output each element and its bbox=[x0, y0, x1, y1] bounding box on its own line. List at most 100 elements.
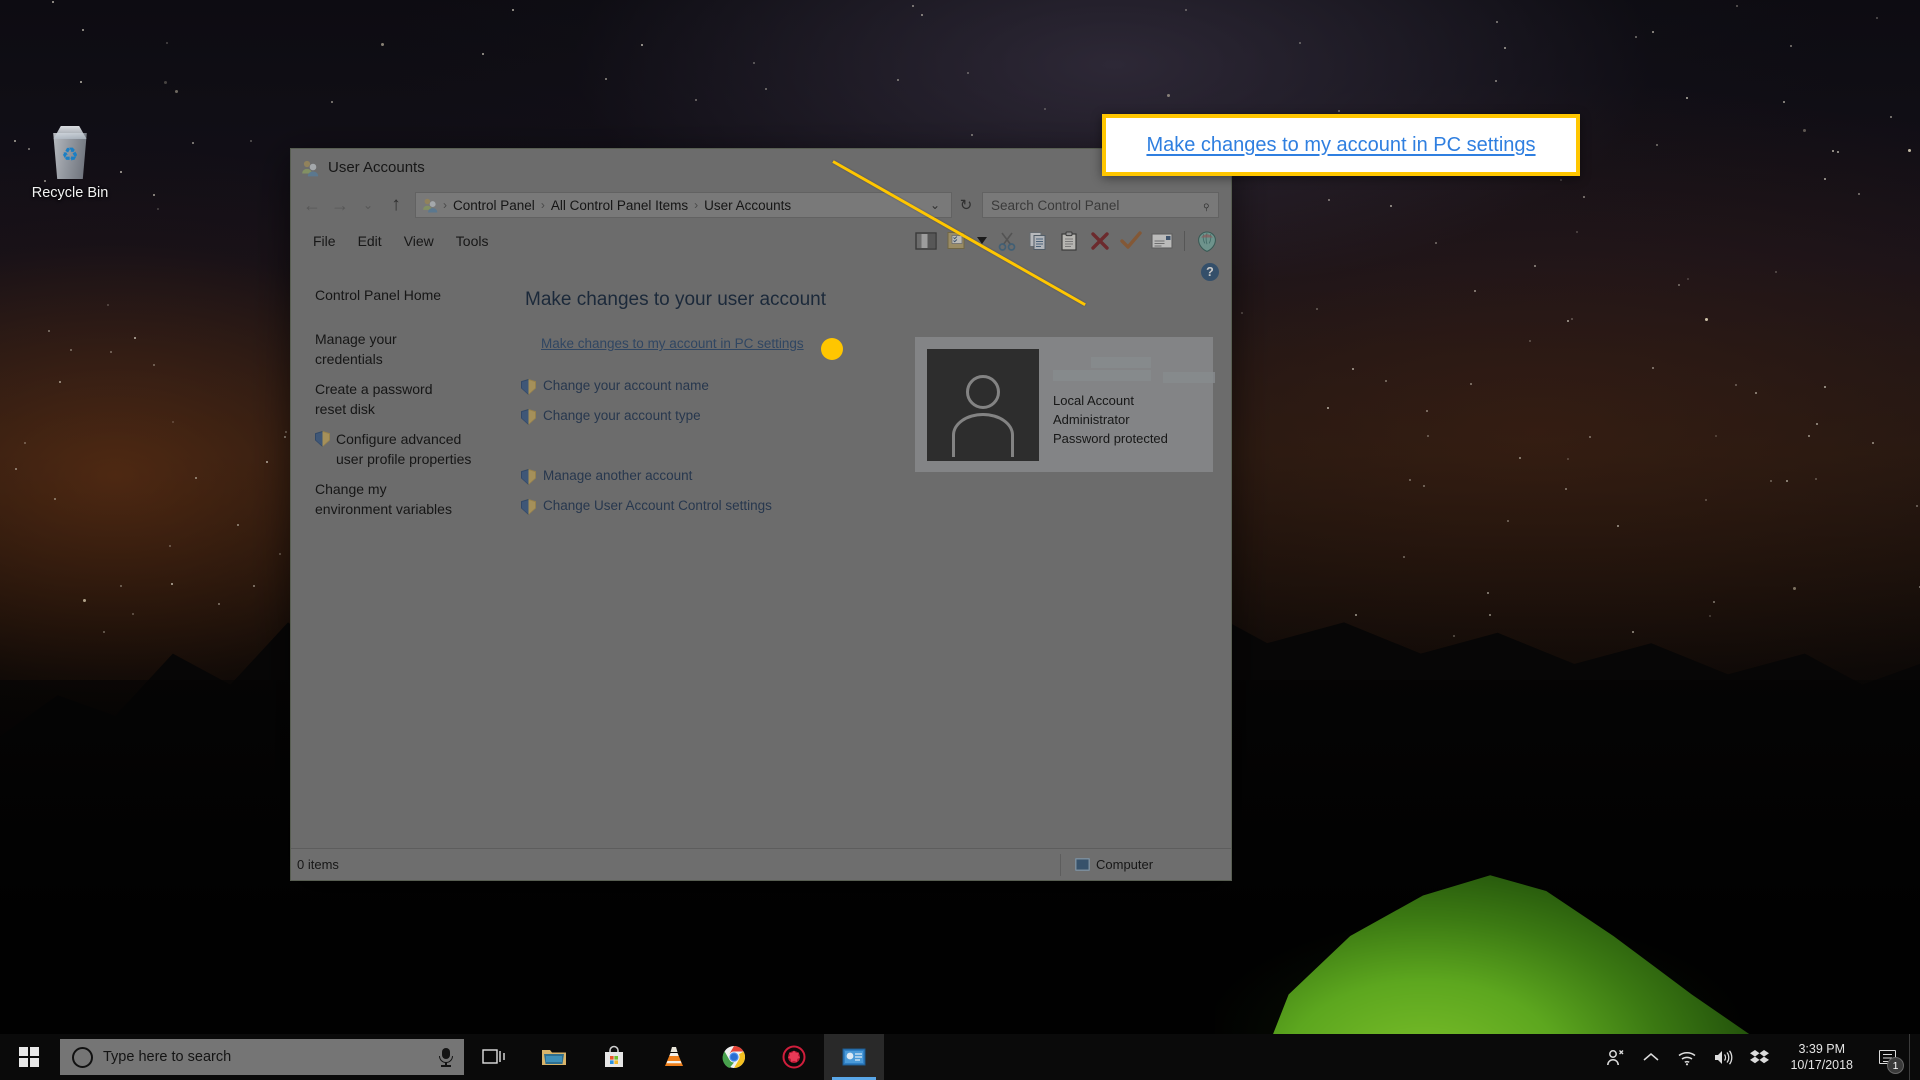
nav-configure-advanced-user-profile-properties[interactable]: Configure advanced user profile properti… bbox=[315, 429, 513, 469]
paste-icon[interactable] bbox=[1055, 228, 1083, 254]
account-name-redacted bbox=[1053, 357, 1215, 383]
chrome-button[interactable] bbox=[704, 1034, 764, 1080]
link-change-uac-settings[interactable]: Change User Account Control settings bbox=[521, 497, 905, 515]
show-hidden-icons-icon[interactable] bbox=[1634, 1034, 1668, 1080]
menu-view[interactable]: View bbox=[394, 230, 444, 252]
window-title: User Accounts bbox=[328, 159, 425, 176]
breadcrumb-dropdown-icon[interactable]: ⌄ bbox=[923, 198, 947, 212]
link-manage-another-account[interactable]: Manage another account bbox=[521, 467, 905, 485]
people-icon[interactable] bbox=[1598, 1034, 1632, 1080]
recycle-bin-icon: ♻ bbox=[44, 125, 96, 179]
nav-manage-your-credentials[interactable]: Manage your credentials bbox=[315, 329, 513, 369]
menu-tools[interactable]: Tools bbox=[446, 230, 499, 252]
shield-icon bbox=[521, 469, 536, 485]
show-desktop-button[interactable] bbox=[1909, 1034, 1916, 1080]
ccleaner-button[interactable] bbox=[764, 1034, 824, 1080]
link-label: Change your account type bbox=[543, 407, 701, 425]
nav-control-panel-home[interactable]: Control Panel Home bbox=[315, 285, 513, 305]
user-accounts-icon bbox=[301, 159, 319, 177]
up-button[interactable]: ↑ bbox=[383, 192, 409, 218]
rename-icon[interactable] bbox=[1148, 228, 1176, 254]
microphone-icon[interactable] bbox=[438, 1047, 454, 1067]
shield-icon bbox=[521, 409, 536, 425]
link-make-changes-pc-settings[interactable]: Make changes to my account in PC setting… bbox=[541, 336, 804, 351]
taskbar-search-box[interactable]: Type here to search bbox=[60, 1039, 464, 1075]
clock-date: 10/17/2018 bbox=[1790, 1057, 1853, 1073]
toolbar-divider bbox=[1184, 231, 1185, 251]
window-titlebar[interactable]: User Accounts ▢ ✕ bbox=[291, 149, 1231, 186]
callout-box: Make changes to my account in PC setting… bbox=[1102, 114, 1580, 176]
desktop[interactable]: ♻ Recycle Bin User Accounts ▢ ✕ ← bbox=[0, 0, 1920, 1080]
navigation-pane: Control Panel Home Manage your credentia… bbox=[291, 257, 513, 848]
taskbar[interactable]: Type here to search 3:39 PM 10/17/2018 1 bbox=[0, 1034, 1920, 1080]
recycle-bin-label: Recycle Bin bbox=[18, 185, 122, 202]
task-view-button[interactable] bbox=[464, 1034, 524, 1080]
account-summary-card: Local Account Administrator Password pro… bbox=[915, 337, 1213, 472]
main-pane: ? Make changes to your user account Make… bbox=[513, 257, 1231, 848]
notification-count-badge: 1 bbox=[1887, 1057, 1904, 1074]
account-password-line: Password protected bbox=[1053, 429, 1215, 448]
help-icon[interactable]: ? bbox=[1201, 263, 1219, 281]
status-location-label: Computer bbox=[1096, 857, 1153, 872]
clock-time: 3:39 PM bbox=[1790, 1041, 1853, 1057]
toolbar[interactable] bbox=[912, 224, 1221, 257]
address-bar[interactable]: ← → ⌄ ↑ › Control Panel › All Control Pa… bbox=[291, 186, 1231, 224]
cortana-circle-icon bbox=[72, 1047, 93, 1068]
file-explorer-button[interactable] bbox=[524, 1034, 584, 1080]
search-input[interactable]: Search Control Panel bbox=[991, 198, 1202, 213]
delete-icon[interactable] bbox=[1086, 228, 1114, 254]
cut-icon[interactable] bbox=[993, 228, 1021, 254]
refresh-button[interactable]: ↻ bbox=[954, 192, 978, 218]
confirm-icon[interactable] bbox=[1117, 228, 1145, 254]
system-tray[interactable]: 3:39 PM 10/17/2018 1 bbox=[1598, 1034, 1920, 1080]
shield-icon bbox=[521, 499, 536, 515]
forward-button[interactable]: → bbox=[327, 192, 353, 218]
recent-locations-button[interactable]: ⌄ bbox=[355, 192, 381, 218]
status-location: Computer bbox=[1061, 857, 1231, 872]
link-change-your-account-type[interactable]: Change your account type bbox=[521, 407, 905, 425]
taskbar-search-input[interactable]: Type here to search bbox=[103, 1049, 428, 1065]
account-info: Local Account Administrator Password pro… bbox=[1053, 349, 1215, 460]
microsoft-store-button[interactable] bbox=[584, 1034, 644, 1080]
avatar bbox=[927, 349, 1039, 461]
properties-icon[interactable] bbox=[1193, 228, 1221, 254]
action-center-button[interactable]: 1 bbox=[1867, 1034, 1907, 1080]
link-label: Change your account name bbox=[543, 377, 709, 395]
nav-create-password-reset-disk[interactable]: Create a password reset disk bbox=[315, 379, 513, 419]
account-links-column: Make changes to my account in PC setting… bbox=[521, 335, 905, 527]
breadcrumb[interactable]: › Control Panel › All Control Panel Item… bbox=[415, 192, 952, 218]
preview-pane-icon[interactable] bbox=[912, 228, 940, 254]
user-accounts-taskbar-button[interactable] bbox=[824, 1034, 884, 1080]
status-item-count: 0 items bbox=[291, 857, 1060, 872]
menu-bar[interactable]: File Edit View Tools bbox=[291, 224, 1231, 257]
link-label: Change User Account Control settings bbox=[543, 497, 772, 515]
nav-label: Configure advanced user profile properti… bbox=[336, 429, 486, 469]
shield-icon bbox=[315, 431, 330, 447]
page-title: Make changes to your user account bbox=[525, 289, 1213, 311]
copy-icon[interactable] bbox=[1024, 228, 1052, 254]
link-change-your-account-name[interactable]: Change your account name bbox=[521, 377, 905, 395]
menu-edit[interactable]: Edit bbox=[348, 230, 392, 252]
nav-label: Change my environment variables bbox=[315, 479, 465, 519]
vlc-button[interactable] bbox=[644, 1034, 704, 1080]
start-button[interactable] bbox=[0, 1034, 58, 1080]
network-icon[interactable] bbox=[1670, 1034, 1704, 1080]
windows-logo-icon bbox=[19, 1047, 39, 1067]
clock[interactable]: 3:39 PM 10/17/2018 bbox=[1778, 1041, 1865, 1073]
breadcrumb-item-all-control-panel-items[interactable]: All Control Panel Items bbox=[546, 198, 693, 213]
back-button[interactable]: ← bbox=[299, 192, 325, 218]
callout-text: Make changes to my account in PC setting… bbox=[1146, 134, 1535, 157]
link-group-spacer bbox=[521, 437, 905, 467]
breadcrumb-item-control-panel[interactable]: Control Panel bbox=[448, 198, 540, 213]
nav-label: Control Panel Home bbox=[315, 285, 441, 305]
menu-file[interactable]: File bbox=[303, 230, 346, 252]
user-accounts-window[interactable]: User Accounts ▢ ✕ ← → ⌄ ↑ bbox=[290, 148, 1232, 881]
volume-icon[interactable] bbox=[1706, 1034, 1740, 1080]
dropbox-icon[interactable] bbox=[1742, 1034, 1776, 1080]
breadcrumb-item-user-accounts[interactable]: User Accounts bbox=[699, 198, 796, 213]
nav-change-my-environment-variables[interactable]: Change my environment variables bbox=[315, 479, 513, 519]
search-control-panel-box[interactable]: Search Control Panel ⌕ bbox=[982, 192, 1219, 218]
desktop-icon-recycle-bin[interactable]: ♻ Recycle Bin bbox=[18, 125, 122, 202]
nav-label: Manage your credentials bbox=[315, 329, 465, 369]
callout-pointer-dot bbox=[821, 338, 843, 360]
